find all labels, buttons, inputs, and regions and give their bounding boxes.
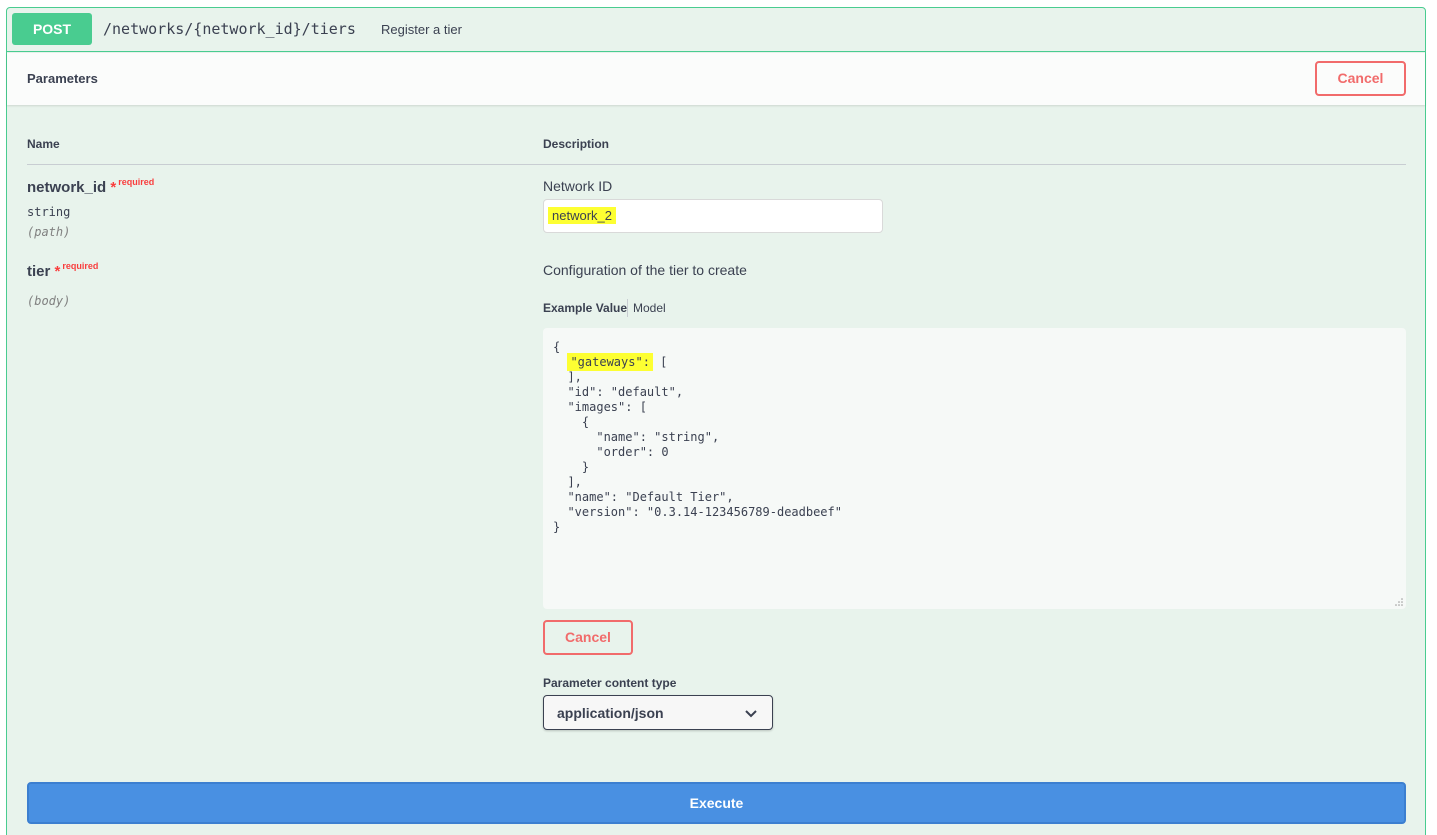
- param-name-text: tier: [27, 263, 51, 280]
- param-name-tier: tier * required: [27, 261, 99, 280]
- code-line: }: [553, 520, 561, 534]
- operation-block: POST /networks/{network_id}/tiers Regist…: [6, 7, 1426, 835]
- param-name-text: network_id: [27, 179, 107, 196]
- column-header-description: Description: [543, 137, 610, 151]
- param-description: Configuration of the tier to create: [543, 262, 747, 278]
- code-line: "name": "Default Tier",: [553, 490, 734, 504]
- code-line: "gateways": [: [553, 353, 668, 371]
- code-line: "name": "string",: [553, 430, 720, 444]
- content-type-select[interactable]: application/json: [543, 695, 773, 730]
- required-star: *: [54, 263, 61, 280]
- code-line: ],: [553, 370, 582, 384]
- required-label: required: [62, 261, 99, 271]
- tab-divider: [627, 299, 628, 317]
- code-line: }: [553, 460, 590, 474]
- header-divider: [27, 164, 1406, 165]
- code-line: "id": "default",: [553, 385, 684, 399]
- chevron-down-icon: [745, 710, 757, 718]
- parameters-title: Parameters: [27, 71, 98, 86]
- highlighted-key: "gateways":: [567, 353, 653, 371]
- required-label: required: [118, 177, 155, 187]
- method-badge: POST: [12, 13, 92, 45]
- code-line: ],: [553, 475, 582, 489]
- tab-model[interactable]: Model: [633, 301, 666, 315]
- param-name-network-id: network_id * required: [27, 177, 155, 196]
- code-line: "order": 0: [553, 445, 669, 459]
- code-line: {: [553, 340, 561, 354]
- required-star: *: [110, 179, 117, 196]
- code-line: "images": [: [553, 400, 647, 414]
- network-id-value: network_2: [548, 207, 616, 224]
- network-id-input[interactable]: network_2: [543, 199, 883, 233]
- code-line: "version": "0.3.14-123456789-deadbeef": [553, 505, 842, 519]
- param-location: (path): [27, 225, 71, 239]
- param-description: Network ID: [543, 178, 613, 194]
- code-line: {: [553, 415, 590, 429]
- cancel-try-button[interactable]: Cancel: [1315, 61, 1406, 96]
- operation-summary[interactable]: POST /networks/{network_id}/tiers Regist…: [7, 8, 1425, 52]
- endpoint-path: /networks/{network_id}/tiers: [103, 20, 356, 38]
- cancel-body-button[interactable]: Cancel: [543, 620, 633, 655]
- execute-button[interactable]: Execute: [27, 782, 1406, 824]
- tab-example-value[interactable]: Example Value: [543, 301, 627, 315]
- content-type-value: application/json: [557, 705, 664, 721]
- column-header-name: Name: [27, 137, 60, 151]
- param-type: string: [27, 205, 71, 219]
- request-body-editor[interactable]: { "gateways": [ ], "id": "default", "ima…: [543, 328, 1406, 609]
- parameters-header: Parameters Cancel: [7, 53, 1425, 105]
- resize-handle-icon[interactable]: [1394, 597, 1403, 606]
- endpoint-summary: Register a tier: [381, 22, 462, 37]
- code-text: [: [652, 355, 668, 369]
- param-location: (body): [27, 294, 71, 308]
- content-type-label: Parameter content type: [543, 676, 677, 690]
